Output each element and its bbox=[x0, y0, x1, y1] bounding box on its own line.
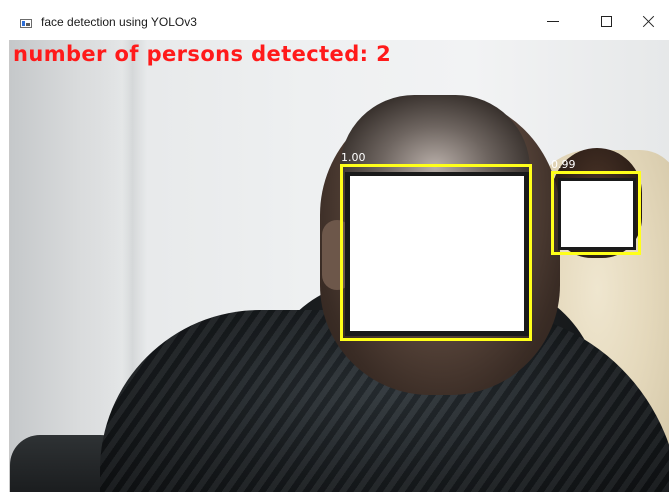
persons-detected-label: number of persons detected: 2 bbox=[13, 42, 392, 66]
face-mask-1 bbox=[345, 172, 529, 336]
confidence-label-1: 1.00 bbox=[341, 151, 366, 164]
close-button[interactable] bbox=[627, 0, 669, 40]
app-window-icon bbox=[20, 19, 32, 28]
maximize-icon bbox=[600, 15, 612, 27]
minimize-button[interactable] bbox=[530, 0, 576, 40]
close-icon bbox=[642, 15, 655, 28]
title-bar: face detection using YOLOv3 bbox=[0, 0, 669, 40]
maximize-button[interactable] bbox=[583, 0, 629, 40]
confidence-label-2: 0.99 bbox=[551, 158, 576, 171]
face-mask-2 bbox=[558, 178, 636, 250]
window-title: face detection using YOLOv3 bbox=[41, 15, 197, 29]
minimize-icon bbox=[547, 20, 559, 22]
